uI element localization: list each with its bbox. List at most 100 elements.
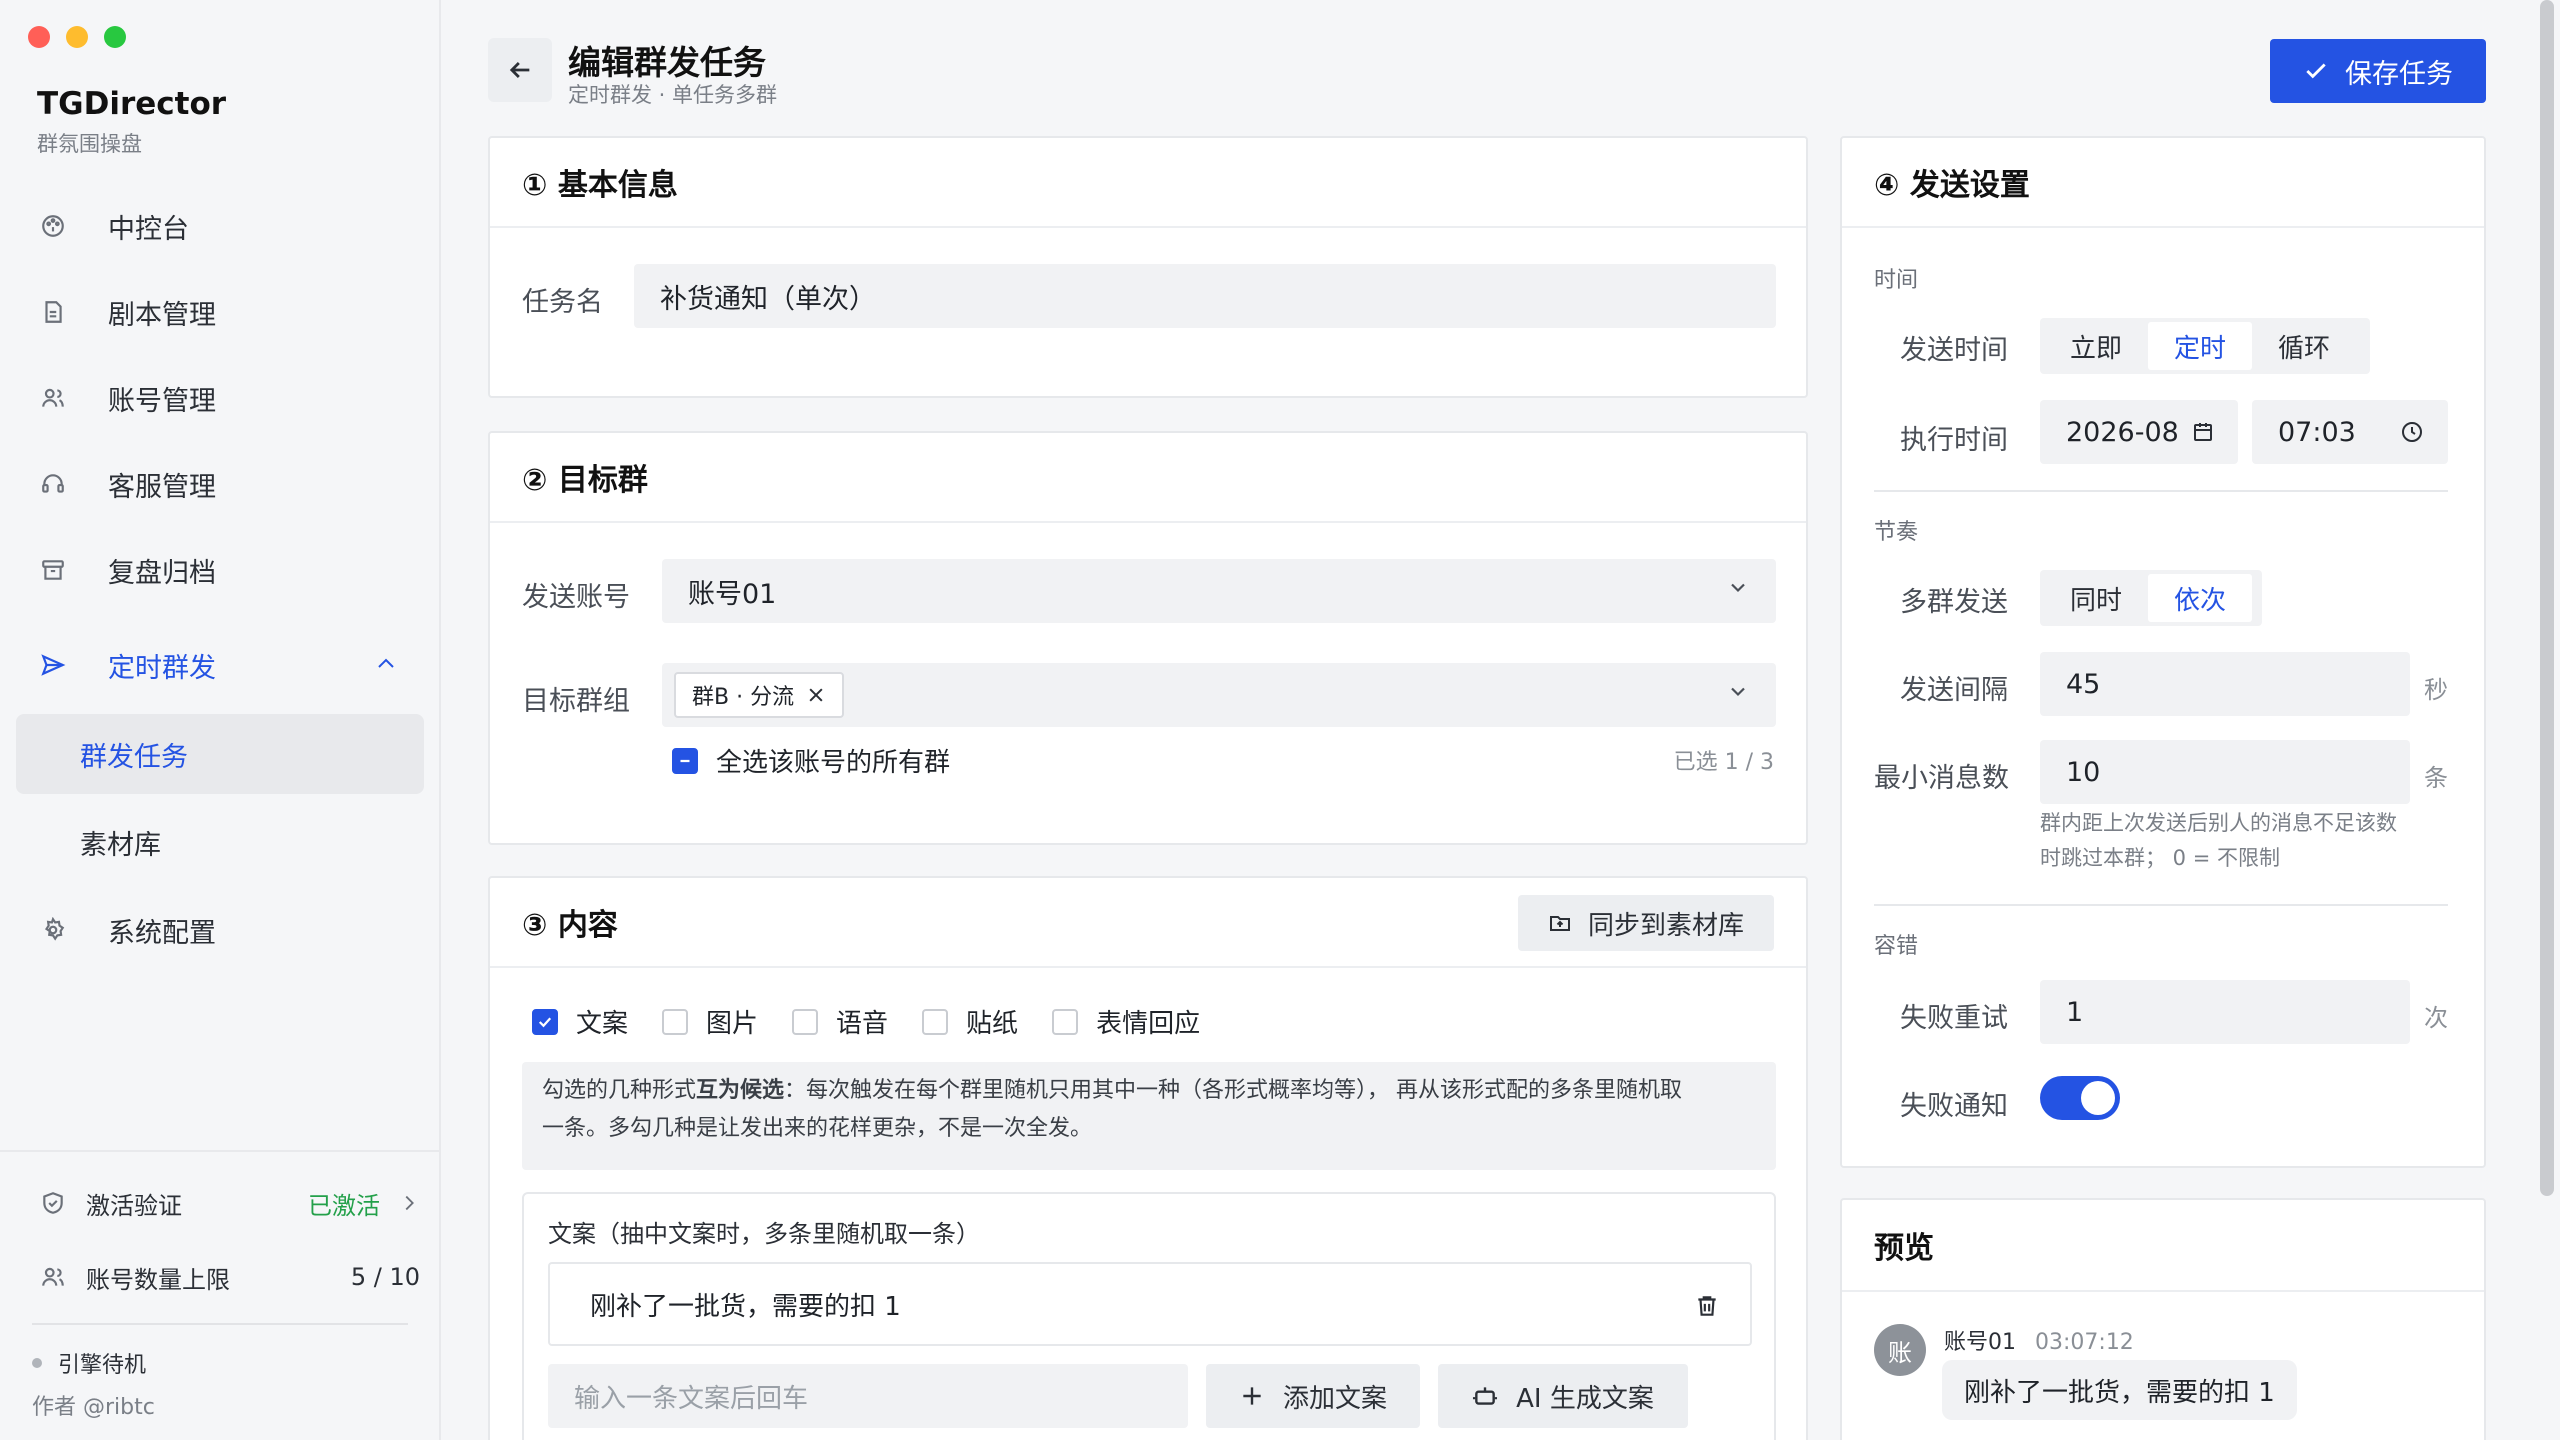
type-reaction-checkbox[interactable] [1052,1008,1079,1035]
send-time-segmented: 立即 定时 循环 [2040,318,2370,374]
minimize-window-button[interactable] [66,26,88,48]
save-task-button[interactable]: 保存任务 [2270,39,2486,103]
send-time-loop[interactable]: 循环 [2252,322,2356,370]
hint-rest: ：每次触发在每个群里随机只用其中一种（各形式概率均等）， 再从该形式配的多条里随… [784,1078,1683,1103]
multi-group-segmented: 同时 依次 [2040,570,2262,626]
page-title: 编辑群发任务 [568,43,766,82]
copy-item[interactable]: 刚补了一批货，需要的扣 1 [548,1262,1752,1346]
task-name-input[interactable]: 补货通知（单次） [634,264,1776,328]
nav-item-label: 账号管理 [108,385,216,417]
ai-copy-label: AI 生成文案 [1516,1383,1654,1414]
nav-subitem-broadcast-tasks[interactable]: 群发任务 [16,714,424,794]
scrollbar[interactable] [2540,0,2554,1196]
sync-to-library-button[interactable]: 同步到素材库 [1517,895,1774,951]
robot-icon [1473,1387,1498,1405]
nav-item-accounts[interactable]: 账号管理 [16,358,424,438]
type-image-checkbox[interactable] [662,1008,689,1035]
copy-item-text: 刚补了一批货，需要的扣 1 [590,1291,901,1322]
nav-subitem-material-library[interactable]: 素材库 [16,802,424,882]
exec-date-input[interactable]: 2026-08 [2040,400,2238,464]
nav-item-scheduled-broadcast[interactable]: 定时群发 [16,625,424,705]
footer-divider [32,1323,408,1325]
sync-label: 同步到素材库 [1587,910,1744,941]
exec-clock-input[interactable]: 07:03 [2252,400,2448,464]
preview-meta: 账号01 03:07:12 [1944,1324,2134,1356]
nav-item-label: 复盘归档 [108,557,216,589]
min-msg-note: 群内距上次发送后别人的消息不足该数 时跳过本群； 0 = 不限制 [2040,806,2397,876]
select-all-checkbox[interactable] [672,747,698,774]
close-window-button[interactable] [28,26,50,48]
preview-bubble: 刚补了一批货，需要的扣 1 [1942,1360,2297,1420]
close-icon[interactable] [806,685,826,705]
copy-box-title: 文案（抽中文案时，多条里随机取一条） [548,1220,980,1248]
multi-sequential[interactable]: 依次 [2148,574,2252,622]
preview-title: 预览 [1842,1200,2484,1292]
group-tag[interactable]: 群B · 分流 [674,672,845,718]
ai-generate-copy-button[interactable]: AI 生成文案 [1438,1364,1688,1428]
type-label: 文案 [576,1009,629,1039]
back-button[interactable] [488,38,552,102]
min-msg-note-line-1: 群内距上次发送后别人的消息不足该数 [2040,811,2397,835]
nav-item-label: 中控台 [108,213,189,245]
nav-item-label: 客服管理 [108,471,216,503]
nav-item-settings[interactable]: 系统配置 [16,890,424,970]
group-tag-label: 群B · 分流 [692,685,795,710]
calendar-icon[interactable] [2191,420,2215,444]
chevron-down-icon [1726,680,1750,711]
send-settings-card: ④ 发送设置 时间 发送时间 立即 定时 循环 执行时间 2026-08 07:… [1840,136,2486,1168]
arrow-left-icon [509,62,530,78]
send-time-immediate[interactable]: 立即 [2044,322,2148,370]
clock-icon[interactable] [2400,420,2424,444]
nav-item-dashboard[interactable]: 中控台 [16,186,424,266]
type-label: 贴纸 [966,1009,1019,1039]
folder-upload-icon [1549,916,1570,931]
nav-item-support[interactable]: 客服管理 [16,444,424,524]
interval-input[interactable]: 45 [2040,652,2410,716]
min-msg-input[interactable]: 10 [2040,740,2410,804]
copy-input[interactable]: 输入一条文案后回车 [548,1364,1188,1428]
shield-icon [43,1192,63,1214]
chevron-up-icon[interactable] [374,652,398,683]
hint-prefix: 勾选的几种形式 [542,1078,697,1103]
content-header: ③ 内容 同步到素材库 [490,878,1806,968]
add-copy-label: 添加文案 [1282,1383,1387,1414]
notify-toggle[interactable] [2040,1076,2120,1120]
trash-icon[interactable] [1694,1293,1720,1319]
account-limit-label: 账号数量上限 [86,1265,230,1294]
interval-unit: 秒 [2424,676,2448,704]
hint-bold: 互为候选 [696,1078,785,1103]
nav-item-archive[interactable]: 复盘归档 [16,530,424,610]
add-copy-button[interactable]: 添加文案 [1206,1364,1420,1428]
content-type-options: 文案 图片 语音 贴纸 表情回应 [532,1003,1200,1040]
type-voice-checkbox[interactable] [792,1008,819,1035]
target-group-title: ② 目标群 [490,433,1806,523]
target-group-card: ② 目标群 发送账号 账号01 目标群组 群B · 分流 全选该账号的所有群 已… [488,431,1808,845]
archive-icon [38,555,68,585]
nav-item-scripts[interactable]: 剧本管理 [16,272,424,352]
target-group-select[interactable]: 群B · 分流 [662,663,1776,727]
page-subtitle: 定时群发 · 单任务多群 [568,83,778,107]
window-controls [28,26,126,48]
time-caption: 时间 [1874,268,1919,293]
multi-simultaneous[interactable]: 同时 [2044,574,2148,622]
save-task-label: 保存任务 [2345,58,2453,90]
preview-time: 03:07:12 [2035,1330,2134,1355]
content-card: ③ 内容 同步到素材库 文案 图片 语音 贴纸 表情回应 勾选的几种形式互为候选… [488,876,1808,1440]
type-label: 表情回应 [1096,1009,1201,1039]
zoom-window-button[interactable] [104,26,126,48]
app-title: TGDirector [37,86,227,122]
retry-input[interactable]: 1 [2040,980,2410,1044]
select-all-row[interactable]: 全选该账号的所有群 [672,742,950,779]
nav-item-label: 剧本管理 [108,299,216,331]
exec-date-value: 2026-08 [2066,416,2179,448]
basic-info-card: ① 基本信息 任务名 补货通知（单次） [488,136,1808,398]
type-sticker-checkbox[interactable] [922,1008,949,1035]
users-icon [38,383,68,413]
content-hint: 勾选的几种形式互为候选：每次触发在每个群里随机只用其中一种（各形式概率均等）， … [522,1062,1776,1170]
sidebar-footer [0,1150,441,1152]
send-account-select[interactable]: 账号01 [662,559,1776,623]
min-msg-label: 最小消息数 [1874,763,2009,794]
send-time-scheduled[interactable]: 定时 [2148,322,2252,370]
type-copy-checkbox[interactable] [532,1008,558,1035]
activation-row[interactable]: 激活验证 已激活 [40,1183,420,1223]
